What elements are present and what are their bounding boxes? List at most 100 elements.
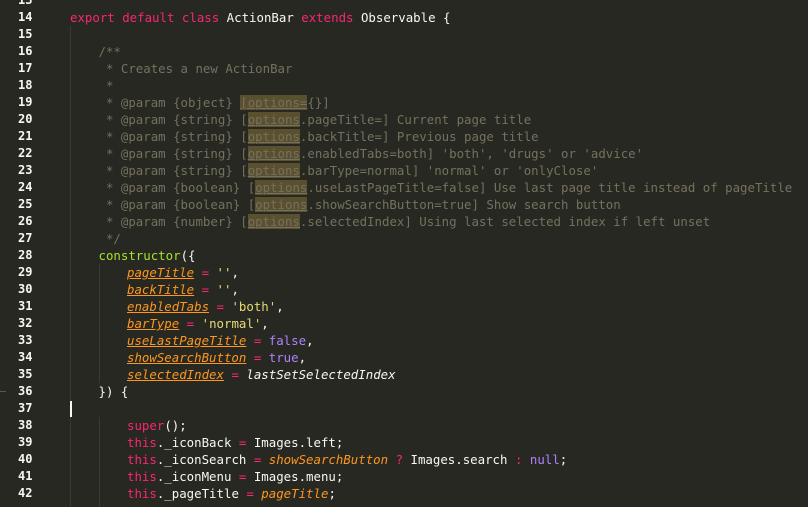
line-number: 28 bbox=[18, 248, 33, 262]
code-token: * @param {number} [ bbox=[98, 214, 248, 229]
line-number: 27 bbox=[18, 231, 33, 245]
line-number: 16 bbox=[18, 44, 33, 58]
code-token: = bbox=[238, 435, 254, 450]
code-token: */ bbox=[98, 231, 121, 246]
line-number: 39 bbox=[18, 435, 33, 449]
code-token: backTitle bbox=[127, 282, 195, 297]
code-token: , bbox=[231, 282, 239, 297]
code-token: * @param {boolean} [ bbox=[98, 180, 256, 195]
code-token: showSearchButton bbox=[268, 452, 389, 467]
code-token: ._iconBack bbox=[156, 435, 239, 450]
code-line: export default class ActionBar extends O… bbox=[70, 9, 450, 26]
line-number: 36 bbox=[18, 384, 33, 398]
code-token: = bbox=[194, 265, 217, 280]
code-token: * @param {string} [ bbox=[98, 146, 248, 161]
code-token: : bbox=[514, 452, 530, 467]
code-token: [options= bbox=[240, 95, 308, 110]
code-token: .barType=normal] 'normal' or 'onlyClose' bbox=[299, 163, 599, 178]
code-token: .useLastPageTitle=false] Use last page t… bbox=[307, 180, 793, 195]
line-number: 25 bbox=[18, 197, 33, 211]
code-token: '' bbox=[216, 265, 232, 280]
indent-guide bbox=[70, 26, 71, 507]
line-number: 21 bbox=[18, 129, 33, 143]
code-token: * bbox=[98, 78, 114, 93]
code-line: this._iconMenu = Images.menu; bbox=[127, 468, 343, 485]
code-line: useLastPageTitle = false, bbox=[127, 332, 314, 349]
code-line: constructor({ bbox=[99, 247, 196, 264]
code-line: super(); bbox=[127, 417, 187, 434]
code-token: = bbox=[253, 452, 269, 467]
code-token: .pageTitle=] Current page title bbox=[299, 112, 532, 127]
code-token: 'normal' bbox=[201, 316, 262, 331]
code-token: , bbox=[306, 333, 314, 348]
code-token: ({ bbox=[180, 248, 196, 263]
code-token: options bbox=[255, 180, 308, 195]
code-token: false bbox=[268, 333, 307, 348]
code-token: this bbox=[127, 452, 157, 467]
line-number: 23 bbox=[18, 163, 33, 177]
code-area[interactable]: export default class ActionBar extends O… bbox=[70, 0, 808, 507]
code-token: .backTitle=] Previous page title bbox=[299, 129, 539, 144]
code-line: * @param {object} [options={}] bbox=[99, 94, 330, 111]
code-token: options bbox=[247, 146, 300, 161]
code-token: }) { bbox=[98, 384, 129, 399]
code-token: selectedIndex bbox=[127, 367, 224, 382]
code-line: * @param {string} [options.enabledTabs=b… bbox=[98, 145, 643, 162]
code-line: * @param {string} [options.pageTitle=] C… bbox=[99, 111, 532, 128]
code-token: /** bbox=[98, 44, 121, 59]
code-token: Observable { bbox=[360, 10, 451, 25]
code-token: Images.menu; bbox=[253, 469, 344, 484]
code-token: this bbox=[127, 435, 157, 450]
line-number: 24 bbox=[18, 180, 33, 194]
code-line: }) { bbox=[99, 383, 129, 400]
code-line: * @param {string} [options.barType=norma… bbox=[98, 162, 599, 179]
line-number: 41 bbox=[18, 469, 33, 483]
code-token: barType bbox=[127, 316, 180, 331]
code-token: pageTitle bbox=[261, 486, 329, 501]
line-number: 26 bbox=[18, 214, 33, 228]
code-token: (); bbox=[164, 418, 187, 433]
line-number: 14 bbox=[18, 10, 33, 24]
code-token: {}] bbox=[307, 95, 330, 110]
code-token: ActionBar bbox=[226, 10, 302, 25]
line-number: 40 bbox=[18, 452, 33, 466]
code-token: useLastPageTitle bbox=[127, 333, 247, 348]
code-token: * @param {boolean} [ bbox=[98, 197, 256, 212]
line-number: 19 bbox=[18, 95, 33, 109]
code-token: export default class bbox=[70, 10, 227, 25]
code-token: options bbox=[247, 129, 300, 144]
code-token: ._pageTitle bbox=[156, 486, 247, 501]
code-token: extends bbox=[301, 10, 361, 25]
code-token: , bbox=[261, 316, 269, 331]
code-token: * @param {string} [ bbox=[98, 163, 248, 178]
code-line: backTitle = '', bbox=[127, 281, 239, 298]
code-line: * @param {number} [options.selectedIndex… bbox=[98, 213, 711, 230]
code-line: * @param {boolean} [options.showSearchBu… bbox=[99, 196, 621, 213]
line-number: 35 bbox=[18, 367, 33, 381]
line-number: 31 bbox=[18, 299, 33, 313]
code-token: constructor bbox=[98, 248, 181, 263]
code-token: ; bbox=[328, 486, 336, 501]
code-token: options bbox=[247, 214, 300, 229]
line-number: 15 bbox=[18, 27, 33, 41]
code-editor[interactable]: 13 14 15 16 17 18 19 20 21 22 23 24 25 26 27 28 29 30 31 32… bbox=[0, 0, 808, 507]
code-token: = bbox=[246, 333, 269, 348]
code-line: this._pageTitle = pageTitle; bbox=[127, 485, 336, 502]
code-token: = bbox=[246, 350, 269, 365]
code-token: ; bbox=[559, 452, 568, 467]
code-token: = bbox=[179, 316, 202, 331]
code-token: ? bbox=[388, 452, 411, 467]
code-token: , bbox=[276, 299, 284, 314]
code-token: .selectedIndex] Using last selected inde… bbox=[299, 214, 711, 229]
code-token: '' bbox=[216, 282, 232, 297]
fold-marker-icon[interactable]: – bbox=[0, 383, 6, 400]
code-line: * @param {boolean} [options.useLastPageT… bbox=[98, 179, 793, 196]
code-token: showSearchButton bbox=[127, 350, 247, 365]
code-line: this._iconBack = Images.left; bbox=[127, 434, 343, 451]
code-token: = bbox=[223, 367, 247, 382]
code-token: pageTitle bbox=[127, 265, 195, 280]
code-token: this bbox=[127, 486, 157, 501]
code-token: true bbox=[268, 350, 299, 365]
line-number: 32 bbox=[18, 316, 33, 330]
code-line: this._iconSearch = showSearchButton ? Im… bbox=[127, 451, 567, 468]
